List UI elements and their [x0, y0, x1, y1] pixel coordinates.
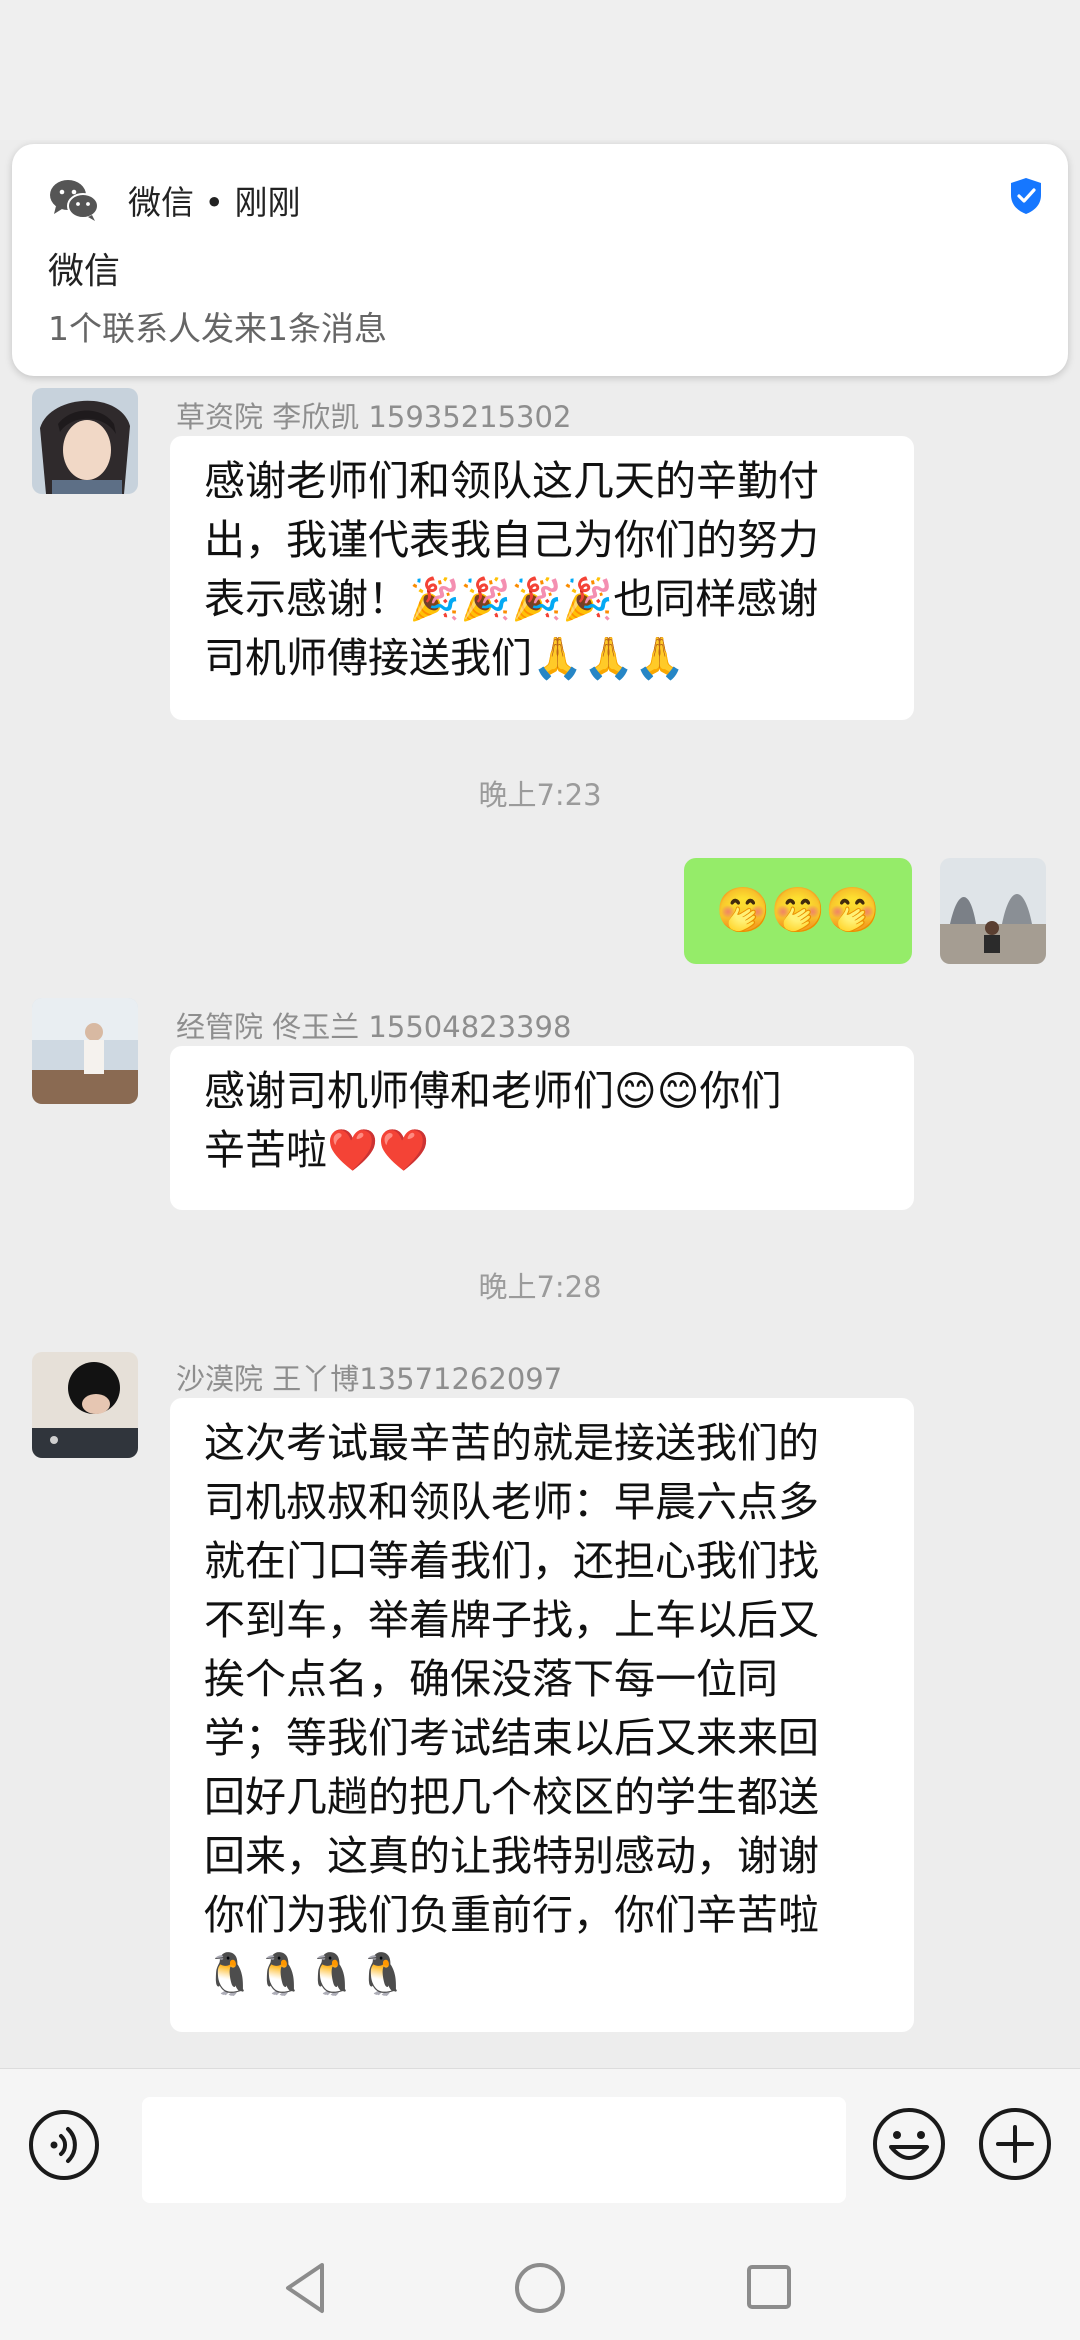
avatar[interactable]: [32, 998, 138, 1104]
message-input[interactable]: [142, 2097, 846, 2203]
my-avatar[interactable]: [940, 858, 1046, 964]
emoji-icon[interactable]: [872, 2107, 946, 2181]
message-sender: 经管院 佟玉兰 15504823398: [176, 1010, 572, 1044]
message-text-line: 感谢老师们和领队这几天的辛勤付: [204, 457, 819, 505]
status-area: [0, 0, 1080, 140]
message-text-line: 出，我谨代表我自己为你们的努力: [204, 516, 819, 564]
outgoing-message-bubble[interactable]: 🤭🤭🤭: [684, 858, 912, 964]
message-bubble[interactable]: 感谢老师们和领队这几天的辛勤付 出，我谨代表我自己为你们的努力 表示感谢！🎉🎉🎉…: [170, 436, 914, 720]
message-text-line: 表示感谢！🎉🎉🎉🎉也同样感谢: [204, 575, 819, 623]
message-text-line: 回来，这真的让我特别感动，谢谢: [204, 1832, 819, 1880]
message-text-line: 司机师傅接送我们🙏🙏🙏: [204, 634, 686, 682]
message-text-line: 你们为我们负重前行，你们辛苦啦: [204, 1891, 819, 1939]
message-text-line: 辛苦啦❤️❤️: [204, 1126, 430, 1174]
message-text-line: 回好几趟的把几个校区的学生都送: [204, 1773, 819, 1821]
voice-input-icon[interactable]: [28, 2109, 100, 2181]
chat-input-bar: [0, 2068, 1080, 2231]
message-bubble[interactable]: 这次考试最辛苦的就是接送我们的 司机叔叔和领队老师：早晨六点多 就在门口等着我们…: [170, 1398, 914, 2032]
wechat-icon: [50, 180, 99, 221]
message-text-line: 不到车，举着牌子找，上车以后又: [204, 1596, 819, 1644]
notification-title: 微信: [48, 251, 121, 292]
nav-back-icon[interactable]: [280, 2260, 330, 2316]
message-text-line: 司机叔叔和领队老师：早晨六点多: [204, 1478, 819, 1526]
verified-shield-icon: [1011, 178, 1041, 214]
avatar[interactable]: [32, 388, 138, 494]
plus-icon[interactable]: [978, 2107, 1052, 2181]
nav-recent-icon[interactable]: [746, 2264, 792, 2310]
avatar[interactable]: [32, 1352, 138, 1458]
message-text-line: 就在门口等着我们，还担心我们找: [204, 1537, 819, 1585]
message-sender: 沙漠院 王丫博13571262097: [176, 1362, 563, 1396]
message-text-line: 🐧🐧🐧🐧: [204, 1950, 409, 1998]
message-bubble[interactable]: 感谢司机师傅和老师们😊😊你们 辛苦啦❤️❤️: [170, 1046, 914, 1210]
message-text-line: 这次考试最辛苦的就是接送我们的: [204, 1419, 819, 1467]
chat-timestamp: 晚上7:23: [478, 778, 602, 812]
system-navigation-bar: [0, 2230, 1080, 2340]
message-text-line: 挨个点名，确保没落下每一位同: [204, 1655, 778, 1703]
message-sender: 草资院 李欣凯 15935215302: [176, 400, 572, 434]
message-text-line: 学；等我们考试结束以后又来来回: [204, 1714, 819, 1762]
nav-home-icon[interactable]: [514, 2262, 566, 2314]
message-text-line: 感谢司机师傅和老师们😊😊你们: [204, 1067, 782, 1115]
notification-app-name: 微信 • 刚刚: [128, 183, 301, 222]
notification-banner[interactable]: 微信 • 刚刚 微信 1个联系人发来1条消息: [12, 144, 1068, 376]
notification-body: 1个联系人发来1条消息: [48, 309, 387, 348]
notification-header: 微信 • 刚刚: [48, 170, 300, 230]
chat-timestamp: 晚上7:28: [478, 1270, 602, 1304]
